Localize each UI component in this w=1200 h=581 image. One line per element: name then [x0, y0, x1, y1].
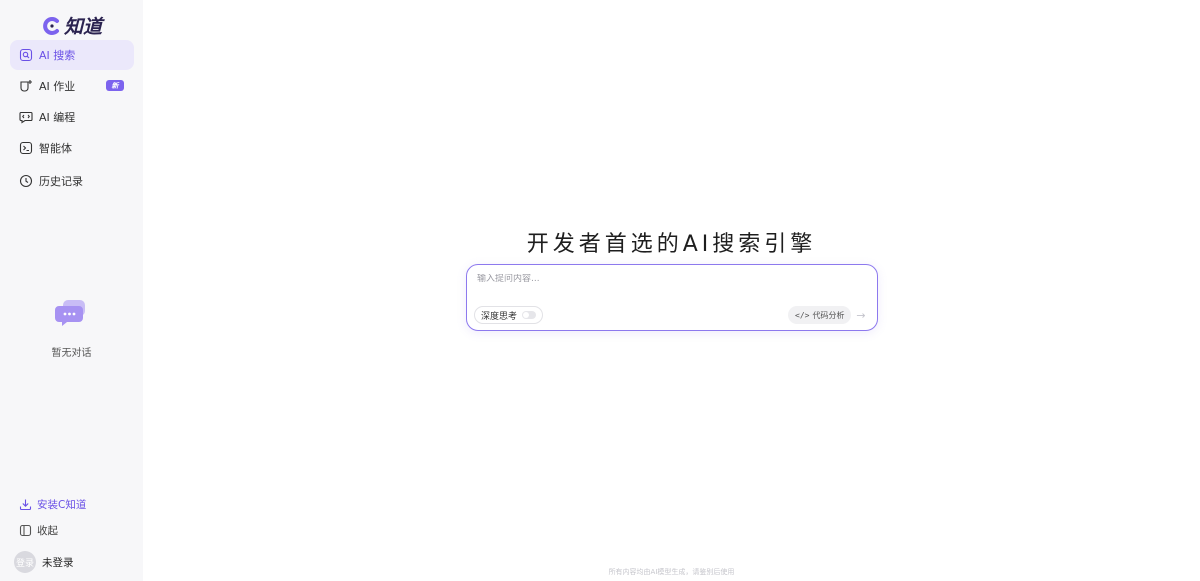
sidebar-collapse-icon: [19, 524, 32, 536]
toggle-switch[interactable]: [522, 311, 537, 319]
clock-icon: [19, 174, 33, 188]
sidebar-item-history[interactable]: 历史记录: [10, 166, 134, 196]
sidebar-item-label: 智能体: [39, 142, 72, 155]
sidebar: 知道 AI 搜索 AI 作业 新 AI 编程 智能体 历史记录 暂无对话 安装C…: [0, 0, 143, 581]
new-badge: 新: [106, 80, 124, 91]
query-input[interactable]: [477, 274, 857, 284]
sidebar-item-ai-homework[interactable]: AI 作业 新: [10, 71, 134, 101]
main-content: 开发者首选的AI搜索引擎 深度思考 </> 代码分析 → 所有内容均由AI模型生…: [143, 0, 1200, 581]
avatar: 登录: [14, 551, 36, 573]
query-box: 深度思考 </> 代码分析 →: [466, 264, 878, 331]
logo-c-icon: [43, 16, 59, 35]
user-login[interactable]: 登录 未登录: [10, 543, 134, 581]
sidebar-bottom: 安装C知道 收起 登录 未登录: [10, 491, 134, 581]
empty-conversations: 暂无对话: [0, 296, 143, 359]
sidebar-item-ai-search[interactable]: AI 搜索: [10, 40, 134, 70]
download-icon: [19, 499, 32, 510]
install-label: 安装C知道: [37, 498, 87, 511]
install-button[interactable]: 安装C知道: [10, 491, 134, 517]
sidebar-item-label: AI 搜索: [39, 49, 76, 62]
sidebar-item-agents[interactable]: 智能体: [10, 133, 134, 163]
arrow-right-icon: →: [856, 308, 866, 322]
logo-text: 知道: [64, 16, 103, 38]
deep-think-label: 深度思考: [481, 311, 518, 322]
code-chat-icon: [19, 110, 33, 124]
empty-text: 暂无对话: [51, 348, 92, 359]
disclaimer: 所有内容均由AI模型生成，请鉴别后使用: [608, 568, 735, 576]
sidebar-nav: AI 搜索 AI 作业 新 AI 编程 智能体 历史记录: [10, 40, 134, 197]
page-title: 开发者首选的AI搜索引擎: [526, 232, 817, 257]
code-icon: </>: [795, 310, 810, 320]
terminal-icon: [19, 141, 33, 155]
code-analysis-button[interactable]: </> 代码分析: [788, 306, 852, 324]
search-chat-icon: [19, 48, 33, 62]
collapse-label: 收起: [37, 524, 58, 537]
sidebar-item-ai-coding[interactable]: AI 编程: [10, 102, 134, 132]
chat-bubble-icon: [54, 300, 85, 326]
send-button[interactable]: →: [852, 307, 870, 323]
sidebar-item-label: 历史记录: [39, 175, 83, 188]
code-analysis-label: 代码分析: [812, 310, 845, 320]
sidebar-item-label: AI 作业: [39, 80, 76, 93]
app: 知道 AI 搜索 AI 作业 新 AI 编程 智能体 历史记录 暂无对话 安装C…: [0, 0, 1200, 581]
user-name: 未登录: [42, 556, 74, 569]
logo[interactable]: 知道: [42, 12, 102, 39]
sidebar-item-label: AI 编程: [39, 111, 76, 124]
deep-think-toggle[interactable]: 深度思考: [474, 306, 544, 324]
homework-icon: [19, 79, 33, 93]
collapse-button[interactable]: 收起: [10, 517, 134, 543]
